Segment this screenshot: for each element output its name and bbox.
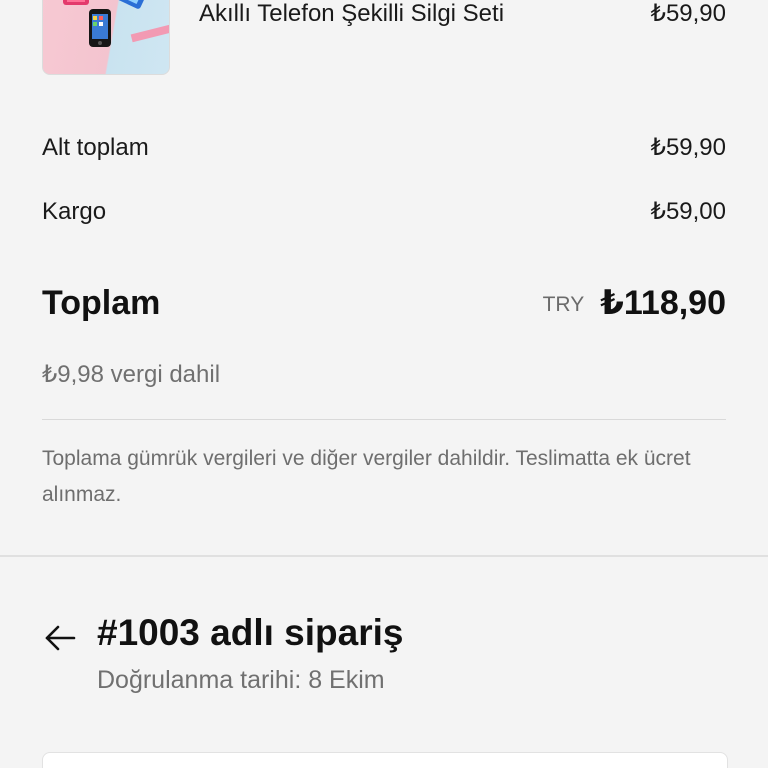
- product-thumbnail: [42, 0, 170, 75]
- divider: [42, 419, 726, 420]
- product-name: Akıllı Telefon Şekilli Silgi Seti: [199, 0, 505, 27]
- order-details-card: [42, 752, 728, 768]
- back-button[interactable]: [40, 618, 80, 658]
- subtotal-label: Alt toplam: [42, 134, 149, 161]
- shipping-value: ₺59,00: [650, 198, 726, 225]
- arrow-left-icon: [45, 625, 76, 651]
- order-status-page: Akıllı Telefon Şekilli Silgi Seti ₺59,90…: [0, 0, 768, 768]
- subtotal-row: Alt toplam ₺59,90: [42, 133, 726, 163]
- total-row: Toplam TRY ₺118,90: [42, 282, 726, 326]
- shipping-row: Kargo ₺59,00: [42, 197, 726, 227]
- currency-code: TRY: [542, 293, 585, 316]
- order-title: #1003 adlı sipariş: [97, 612, 404, 653]
- section-divider: [0, 555, 768, 557]
- total-amount-group: TRY ₺118,90: [543, 282, 726, 324]
- product-line-item: Akıllı Telefon Şekilli Silgi Seti ₺59,90: [42, 0, 726, 75]
- order-confirmed-date: Doğrulanma tarihi: 8 Ekim: [97, 666, 385, 694]
- shipping-label: Kargo: [42, 198, 107, 225]
- product-price: ₺59,90: [650, 0, 726, 27]
- duties-note: Toplama gümrük vergileri ve diğer vergil…: [42, 447, 691, 506]
- phone-eraser-illustration: [63, 0, 169, 47]
- total-label: Toplam: [42, 284, 161, 322]
- subtotal-value: ₺59,90: [650, 134, 726, 161]
- total-amount: ₺118,90: [600, 284, 726, 322]
- tax-included-note: ₺9,98 vergi dahil: [42, 361, 221, 388]
